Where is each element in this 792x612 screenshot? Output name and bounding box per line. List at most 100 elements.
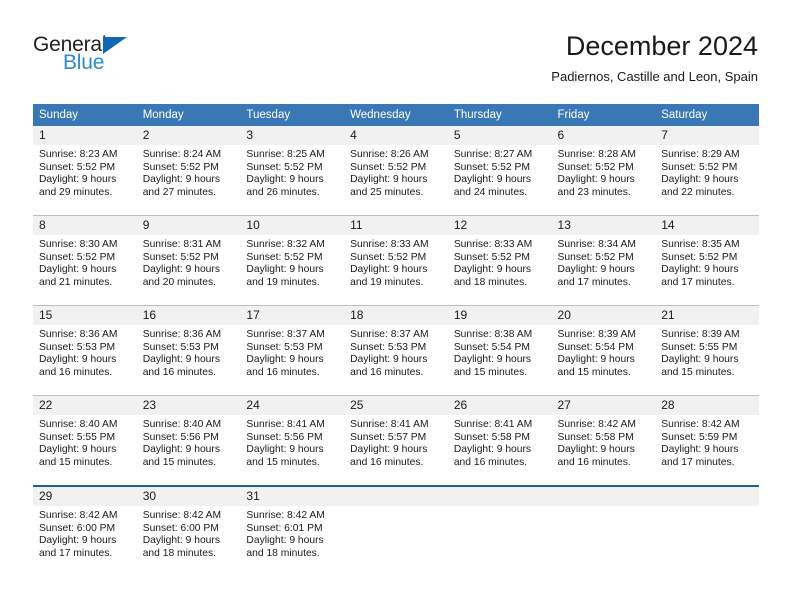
daylight-text-line1: Daylight: 9 hours: [39, 354, 117, 366]
calendar-page: General Blue December 2024 Padiernos, Ca…: [0, 0, 792, 612]
daylight-text-line2: and 16 minutes.: [557, 456, 631, 468]
day-details: Sunrise: 8:42 AM Sunset: 6:00 PM Daylight:…: [33, 506, 137, 560]
calendar-day-cell-empty: [344, 485, 448, 576]
calendar-day-cell[interactable]: 5 Sunrise: 8:27 AM Sunset: 5:52 PM Daylight…: [447, 126, 552, 216]
daylight-text-line2: and 27 minutes.: [142, 186, 216, 198]
calendar-day-cell[interactable]: 30 Sunrise: 8:42 AM Sunset: 6:00 PM Dayligh…: [136, 485, 241, 576]
calendar-day-cell[interactable]: 15 Sunrise: 8:36 AM Sunset: 5:53 PM Dayligh…: [33, 305, 137, 396]
calendar-week-row: 1 Sunrise: 8:23 AM Sunset: 5:52 PM Daylight…: [33, 126, 759, 216]
calendar-day-cell[interactable]: 24 Sunrise: 8:41 AM Sunset: 5:56 PM Dayligh…: [240, 395, 345, 486]
day-number: 11: [344, 216, 448, 235]
sunset-text: Sunset: 5:56 PM: [142, 431, 219, 443]
sunrise-text: Sunrise: 8:42 AM: [557, 419, 636, 430]
sunrise-text: Sunrise: 8:42 AM: [39, 510, 118, 521]
day-details: Sunrise: 8:23 AM Sunset: 5:52 PM Daylight:…: [33, 145, 137, 199]
calendar-day-cell[interactable]: 17 Sunrise: 8:37 AM Sunset: 5:53 PM Dayligh…: [240, 305, 345, 396]
day-number: 6: [551, 126, 656, 145]
calendar-day-cell[interactable]: 18 Sunrise: 8:37 AM Sunset: 5:53 PM Dayligh…: [344, 305, 448, 396]
calendar-day-cell[interactable]: 29 Sunrise: 8:42 AM Sunset: 6:00 PM Dayligh…: [33, 485, 137, 576]
day-cell-inner: 6 Sunrise: 8:28 AM Sunset: 5:52 PM Daylight…: [551, 126, 656, 215]
sunrise-text: Sunrise: 8:41 AM: [350, 419, 429, 430]
calendar-day-cell[interactable]: 20 Sunrise: 8:39 AM Sunset: 5:54 PM Dayligh…: [551, 305, 656, 396]
calendar-day-cell[interactable]: 11 Sunrise: 8:33 AM Sunset: 5:52 PM Dayligh…: [344, 215, 448, 306]
day-number: 15: [33, 306, 137, 325]
calendar-day-cell[interactable]: 26 Sunrise: 8:41 AM Sunset: 5:58 PM Dayligh…: [447, 395, 552, 486]
calendar-day-cell-empty: [551, 485, 656, 576]
calendar-day-cell[interactable]: 19 Sunrise: 8:38 AM Sunset: 5:54 PM Dayligh…: [447, 305, 552, 396]
day-details: Sunrise: 8:24 AM Sunset: 5:52 PM Daylight:…: [137, 145, 241, 199]
daylight-text-line2: and 18 minutes.: [453, 276, 528, 288]
daylight-text-line1: Daylight: 9 hours: [661, 354, 739, 366]
calendar-day-cell[interactable]: 22 Sunrise: 8:40 AM Sunset: 5:55 PM Dayligh…: [33, 395, 137, 486]
day-cell-inner: 12 Sunrise: 8:33 AM Sunset: 5:52 PM Dayligh…: [447, 216, 552, 305]
daylight-text-line1: Daylight: 9 hours: [142, 174, 220, 186]
day-cell-inner: 7 Sunrise: 8:29 AM Sunset: 5:52 PM Daylight…: [655, 126, 759, 215]
daylight-text-line1: Daylight: 9 hours: [39, 444, 117, 456]
weekday-header-tuesday: Tuesday: [240, 104, 345, 126]
sunset-text: Sunset: 5:52 PM: [557, 251, 634, 263]
daylight-text-line2: and 24 minutes.: [453, 186, 528, 198]
general-blue-logo[interactable]: General Blue: [33, 33, 233, 81]
calendar-day-cell[interactable]: 1 Sunrise: 8:23 AM Sunset: 5:52 PM Daylight…: [33, 126, 137, 216]
calendar-day-cell[interactable]: 7 Sunrise: 8:29 AM Sunset: 5:52 PM Daylight…: [655, 126, 759, 216]
daylight-text-line2: and 15 minutes.: [557, 366, 631, 378]
weekday-header-friday: Friday: [551, 104, 656, 126]
sunrise-text: Sunrise: 8:39 AM: [557, 329, 636, 340]
sunrise-text: Sunrise: 8:28 AM: [557, 149, 636, 160]
sunset-text: Sunset: 5:52 PM: [246, 251, 323, 263]
sunrise-text: Sunrise: 8:37 AM: [350, 329, 429, 340]
day-number: 9: [136, 216, 241, 235]
daylight-text-line1: Daylight: 9 hours: [246, 264, 324, 276]
day-details: Sunrise: 8:40 AM Sunset: 5:55 PM Daylight:…: [33, 415, 137, 469]
daylight-text-line2: and 23 minutes.: [557, 186, 631, 198]
sunset-text: Sunset: 5:57 PM: [350, 431, 427, 443]
sunset-text: Sunset: 5:55 PM: [661, 341, 738, 353]
calendar-day-cell[interactable]: 16 Sunrise: 8:36 AM Sunset: 5:53 PM Dayligh…: [136, 305, 241, 396]
calendar-day-cell[interactable]: 9 Sunrise: 8:31 AM Sunset: 5:52 PM Daylight…: [136, 215, 241, 306]
sunrise-text: Sunrise: 8:25 AM: [246, 149, 325, 160]
calendar-day-cell[interactable]: 21 Sunrise: 8:39 AM Sunset: 5:55 PM Dayligh…: [655, 305, 759, 396]
day-number: 14: [655, 216, 759, 235]
day-cell-inner: 10 Sunrise: 8:32 AM Sunset: 5:52 PM Dayligh…: [240, 216, 345, 305]
day-number: 24: [240, 396, 345, 415]
day-cell-inner: 15 Sunrise: 8:36 AM Sunset: 5:53 PM Dayligh…: [33, 306, 137, 395]
calendar-header-row: Sunday Monday Tuesday Wednesday Thursday…: [33, 104, 759, 126]
day-details: Sunrise: 8:25 AM Sunset: 5:52 PM Daylight:…: [240, 145, 344, 199]
calendar-day-cell[interactable]: 13 Sunrise: 8:34 AM Sunset: 5:52 PM Dayligh…: [551, 215, 656, 306]
calendar-day-cell[interactable]: 25 Sunrise: 8:41 AM Sunset: 5:57 PM Dayligh…: [344, 395, 448, 486]
sunrise-text: Sunrise: 8:34 AM: [557, 239, 636, 250]
sunrise-text: Sunrise: 8:33 AM: [453, 239, 533, 250]
sunset-text: Sunset: 5:58 PM: [557, 431, 634, 443]
calendar-day-cell[interactable]: 10 Sunrise: 8:32 AM Sunset: 5:52 PM Dayligh…: [240, 215, 345, 306]
day-number: 21: [655, 306, 759, 325]
calendar-week-row: 29 Sunrise: 8:42 AM Sunset: 6:00 PM Dayligh…: [33, 485, 759, 576]
day-details: Sunrise: 8:41 AM Sunset: 5:56 PM Daylight:…: [240, 415, 344, 469]
calendar-day-cell[interactable]: 12 Sunrise: 8:33 AM Sunset: 5:52 PM Dayligh…: [447, 215, 552, 306]
sunset-text: Sunset: 5:52 PM: [350, 251, 427, 263]
calendar-day-cell[interactable]: 28 Sunrise: 8:42 AM Sunset: 5:59 PM Dayligh…: [655, 395, 759, 486]
calendar-day-cell[interactable]: 27 Sunrise: 8:42 AM Sunset: 5:58 PM Dayligh…: [551, 395, 656, 486]
daylight-text-line1: Daylight: 9 hours: [350, 444, 428, 456]
calendar-day-cell[interactable]: 14 Sunrise: 8:35 AM Sunset: 5:52 PM Dayligh…: [655, 215, 759, 306]
day-details: Sunrise: 8:33 AM Sunset: 5:52 PM Daylight:…: [448, 235, 552, 289]
day-details: Sunrise: 8:32 AM Sunset: 5:52 PM Daylight:…: [240, 235, 344, 289]
calendar-day-cell[interactable]: 8 Sunrise: 8:30 AM Sunset: 5:52 PM Daylight…: [33, 215, 137, 306]
calendar-day-cell[interactable]: 23 Sunrise: 8:40 AM Sunset: 5:56 PM Dayligh…: [136, 395, 241, 486]
sunset-text: Sunset: 5:52 PM: [453, 251, 530, 263]
calendar-day-cell[interactable]: 31 Sunrise: 8:42 AM Sunset: 6:01 PM Dayligh…: [240, 485, 345, 576]
calendar-day-cell[interactable]: 2 Sunrise: 8:24 AM Sunset: 5:52 PM Daylight…: [136, 126, 241, 216]
sunrise-text: Sunrise: 8:35 AM: [661, 239, 740, 250]
sunrise-text: Sunrise: 8:27 AM: [453, 149, 533, 160]
day-cell-inner: 31 Sunrise: 8:42 AM Sunset: 6:01 PM Dayligh…: [240, 487, 345, 576]
daylight-text-line1: Daylight: 9 hours: [557, 444, 635, 456]
daylight-text-line2: and 15 minutes.: [39, 456, 113, 468]
sunset-text: Sunset: 5:52 PM: [453, 161, 530, 173]
day-cell-inner: 18 Sunrise: 8:37 AM Sunset: 5:53 PM Dayligh…: [344, 306, 448, 395]
weekday-header-sunday: Sunday: [33, 104, 137, 126]
sunrise-text: Sunrise: 8:37 AM: [246, 329, 325, 340]
day-cell-inner: 25 Sunrise: 8:41 AM Sunset: 5:57 PM Dayligh…: [344, 396, 448, 485]
calendar-day-cell[interactable]: 6 Sunrise: 8:28 AM Sunset: 5:52 PM Daylight…: [551, 126, 656, 216]
calendar-day-cell[interactable]: 3 Sunrise: 8:25 AM Sunset: 5:52 PM Daylight…: [240, 126, 345, 216]
calendar-day-cell[interactable]: 4 Sunrise: 8:26 AM Sunset: 5:52 PM Daylight…: [344, 126, 448, 216]
daylight-text-line2: and 16 minutes.: [246, 366, 320, 378]
